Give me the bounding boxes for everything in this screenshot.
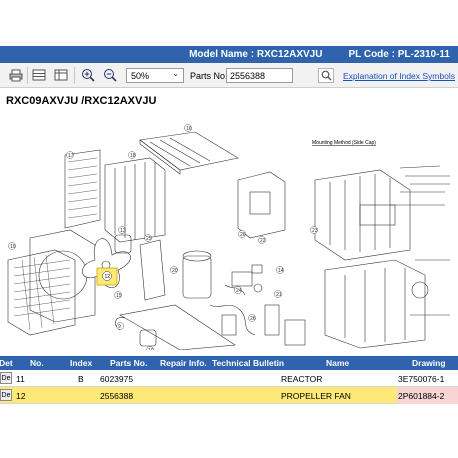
header-technical-bulletin: Technical Bulletin [212, 358, 285, 368]
table-header: Det No. Index Parts No. Repair Info. Tec… [0, 356, 458, 378]
svg-text:14: 14 [278, 268, 284, 274]
model-name: Model Name : RXC12AXVJU [189, 49, 323, 60]
svg-text:10: 10 [148, 348, 154, 350]
print-icon[interactable] [8, 68, 24, 82]
svg-text:21: 21 [276, 292, 282, 298]
svg-text:17: 17 [68, 153, 74, 159]
parts-no-input[interactable]: 2556388 [226, 68, 293, 83]
svg-text:23: 23 [312, 228, 318, 234]
detail-button[interactable]: De [0, 372, 12, 384]
explanation-link[interactable]: Explanation of Index Symbols [343, 71, 455, 81]
pl-code: PL Code : PL-2310-11 [348, 49, 450, 60]
drawing-area: RXC09AXVJU /RXC12AXVJU 17 18 16 19 13 25… [0, 88, 458, 350]
cell-index: B [78, 374, 84, 384]
svg-text:9: 9 [118, 324, 121, 330]
cell-parts-no[interactable]: 2556388 [100, 391, 133, 401]
header-index: Index [70, 358, 93, 368]
cell-drawing-no: 2P601884-2 [398, 391, 445, 401]
header-det: Det [0, 358, 13, 368]
svg-text:25: 25 [146, 236, 152, 242]
search-button[interactable] [318, 68, 334, 83]
table-row[interactable]: De 11 B 6023975 REACTOR 3E750076-1 [0, 370, 458, 387]
highlighted-part-label: 12 [105, 274, 111, 280]
cell-drawing-no: 3E750076-1 [398, 374, 445, 384]
zoom-value: 50% [131, 70, 150, 81]
svg-text:24: 24 [236, 288, 242, 294]
svg-text:22: 22 [260, 238, 266, 244]
svg-text:26: 26 [250, 316, 256, 322]
svg-text:26: 26 [240, 232, 246, 238]
svg-text:20: 20 [172, 268, 178, 274]
cell-name: PROPELLER FAN [281, 391, 351, 401]
svg-text:13: 13 [120, 228, 126, 234]
cell-name: REACTOR [281, 374, 323, 384]
svg-text:16: 16 [186, 126, 192, 132]
parts-table: Det No. Index Parts No. Repair Info. Tec… [0, 356, 458, 404]
title-bar: Model Name : RXC12AXVJU PL Code : PL-231… [0, 46, 458, 63]
zoom-out-icon[interactable] [102, 68, 118, 82]
cell-no: 12 [16, 391, 26, 401]
toolbar: 50% ⌄ Parts No. 2556388 Explanation of I… [0, 63, 458, 88]
parts-no-label: Parts No. [190, 71, 228, 81]
detail-button[interactable]: De [0, 389, 12, 401]
header-no: No. [30, 358, 44, 368]
header-repair-info: Repair Info. [160, 358, 207, 368]
cell-parts-no[interactable]: 6023975 [100, 374, 133, 384]
zoom-select[interactable]: 50% ⌄ [126, 68, 184, 83]
model-heading: RXC09AXVJU /RXC12AXVJU [6, 95, 157, 107]
layout-columns-icon[interactable] [53, 68, 69, 82]
table-row-selected[interactable]: De 12 2556388 PROPELLER FAN 2P601884-2 [0, 387, 458, 404]
mounting-method-title: Mounting Method (Side Cap) [312, 140, 376, 146]
zoom-in-icon[interactable] [80, 68, 96, 82]
svg-text:18: 18 [130, 153, 136, 159]
layout-rows-icon[interactable] [31, 68, 47, 82]
chevron-down-icon: ⌄ [172, 69, 179, 78]
exploded-parts-diagram[interactable]: 17 18 16 19 13 25 15 20 26 22 14 21 24 2… [0, 110, 458, 350]
svg-text:19: 19 [10, 244, 16, 250]
header-name: Name [326, 358, 350, 368]
header-parts-no: Parts No. [110, 358, 148, 368]
cell-no: 11 [16, 374, 25, 384]
search-icon [321, 70, 331, 81]
svg-text:15: 15 [116, 293, 122, 299]
